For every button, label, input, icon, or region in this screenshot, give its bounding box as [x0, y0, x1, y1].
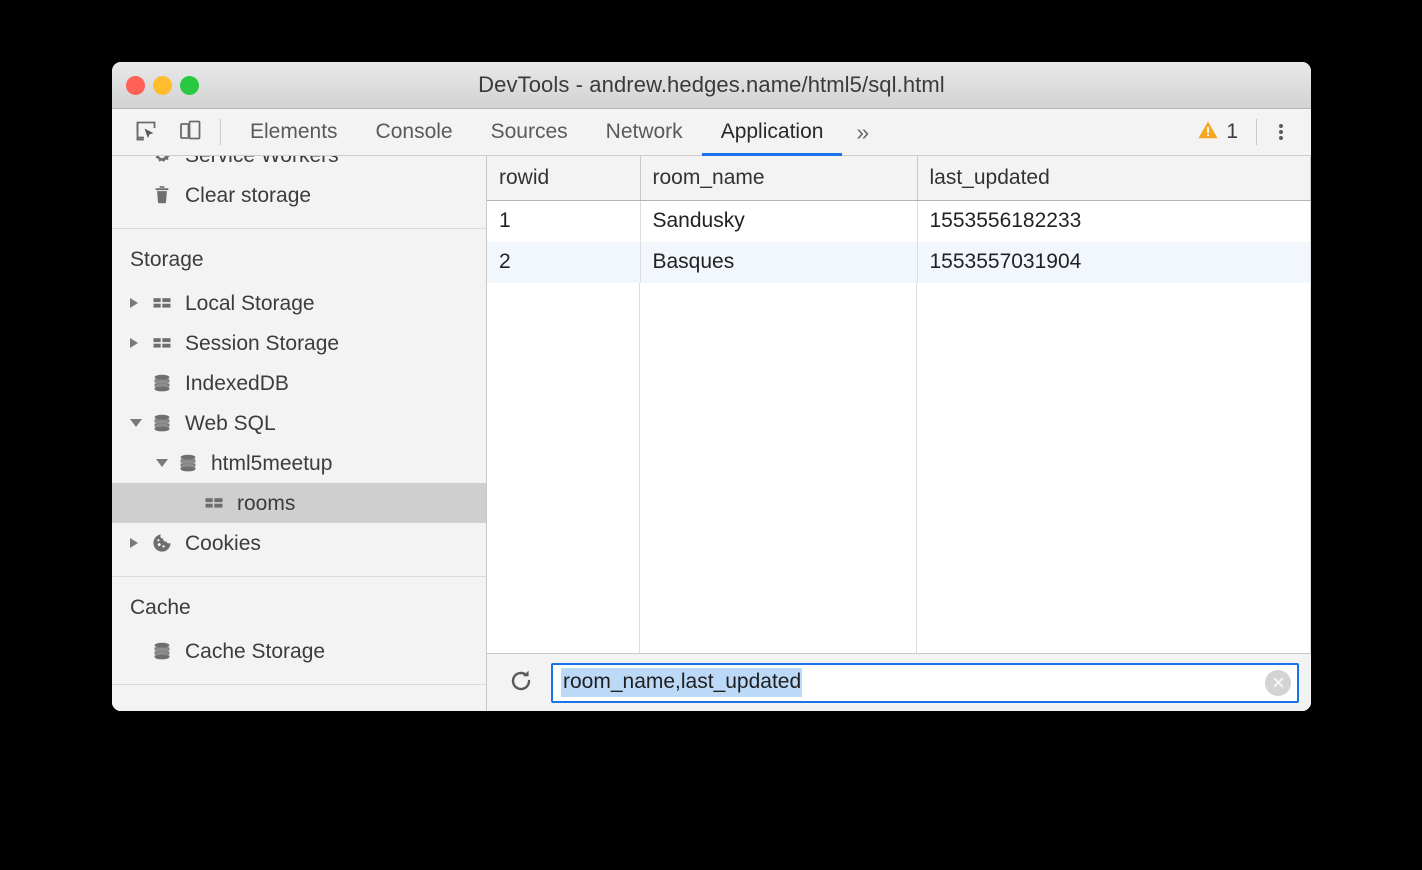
kebab-menu-button[interactable]	[1263, 122, 1299, 142]
table-icon	[148, 332, 176, 354]
sidebar-item-web-sql[interactable]: Web SQL	[112, 403, 486, 443]
inspect-element-icon	[135, 120, 157, 145]
table-header-row: rowid room_name last_updated	[487, 156, 1311, 201]
window-controls	[126, 62, 199, 109]
sidebar-item-label: Cookies	[185, 533, 261, 554]
cell-rowid[interactable]: 2	[487, 242, 640, 283]
trash-icon	[148, 184, 176, 206]
sidebar-item-service-workers[interactable]: Service Workers	[112, 156, 486, 175]
sidebar-section-title-storage: Storage	[112, 229, 486, 283]
sidebar-section-application: Service Workers Clear storage	[112, 156, 486, 229]
empty-col-room-name	[640, 283, 917, 654]
tab-console[interactable]: Console	[357, 109, 472, 155]
filter-input[interactable]: room_name,last_updated	[551, 663, 1299, 703]
application-panel-body: Service Workers Clear storage	[112, 156, 1311, 711]
sidebar-item-cache-storage[interactable]: Cache Storage	[112, 631, 486, 671]
database-icon	[148, 640, 176, 662]
device-toolbar-icon	[178, 119, 202, 146]
gear-icon	[148, 156, 176, 166]
toolbar-divider-right	[1256, 119, 1257, 145]
sidebar-item-label: Web SQL	[185, 413, 276, 434]
grid-empty-space	[487, 283, 1311, 654]
sidebar-item-label: IndexedDB	[185, 373, 289, 394]
chevron-right-icon[interactable]	[130, 538, 148, 548]
sidebar-item-label: Session Storage	[185, 333, 339, 354]
chevron-down-icon[interactable]	[156, 459, 174, 467]
column-header-room-name[interactable]: room_name	[640, 156, 917, 201]
screen-background: DevTools - andrew.hedges.name/html5/sql.…	[0, 0, 1422, 870]
sidebar-item-label: Cache Storage	[185, 641, 325, 662]
cell-room-name[interactable]: Basques	[640, 242, 917, 283]
device-toolbar-button[interactable]	[168, 109, 212, 155]
sidebar-section-cache: Cache	[112, 577, 486, 685]
sidebar-item-label: Service Workers	[185, 156, 339, 166]
sidebar-section-title-cache: Cache	[112, 577, 486, 631]
more-tabs-button[interactable]: »	[842, 109, 883, 155]
column-header-rowid[interactable]: rowid	[487, 156, 640, 201]
cell-room-name[interactable]: Sandusky	[640, 201, 917, 242]
sidebar-item-clear-storage[interactable]: Clear storage	[112, 175, 486, 215]
data-grid[interactable]: rowid room_name last_updated 1 Sandusky …	[487, 156, 1311, 653]
sidebar-item-indexeddb[interactable]: IndexedDB	[112, 363, 486, 403]
devtools-toolbar: Elements Console Sources Network Applica…	[112, 109, 1311, 156]
tab-application[interactable]: Application	[702, 109, 843, 155]
warning-count: 1	[1226, 120, 1238, 144]
database-icon	[174, 452, 202, 474]
table-icon	[200, 492, 228, 514]
clear-input-icon[interactable]	[1265, 670, 1291, 696]
tab-sources[interactable]: Sources	[472, 109, 587, 155]
sidebar-item-label: Clear storage	[185, 185, 311, 206]
sidebar-section-storage: Storage Local Storage	[112, 229, 486, 577]
cell-last-updated[interactable]: 1553556182233	[917, 201, 1311, 242]
refresh-icon	[508, 668, 534, 697]
sidebar-item-label: rooms	[237, 493, 295, 514]
cell-last-updated[interactable]: 1553557031904	[917, 242, 1311, 283]
toolbar-right-group: 1	[1189, 109, 1311, 155]
window-title: DevTools - andrew.hedges.name/html5/sql.…	[112, 72, 1311, 98]
tab-network[interactable]: Network	[587, 109, 702, 155]
chevron-down-icon[interactable]	[130, 419, 148, 427]
cookie-icon	[148, 532, 176, 554]
sidebar-item-label: html5meetup	[211, 453, 332, 474]
grid-footer-toolbar: room_name,last_updated	[487, 653, 1311, 711]
sidebar-item-label: Local Storage	[185, 293, 315, 314]
panel-tabs: Elements Console Sources Network Applica…	[231, 109, 883, 155]
minimize-button[interactable]	[153, 76, 172, 95]
sidebar-item-cookies[interactable]: Cookies	[112, 523, 486, 563]
sidebar-item-rooms[interactable]: rooms	[112, 483, 486, 523]
column-header-last-updated[interactable]: last_updated	[917, 156, 1311, 201]
warning-indicator[interactable]: 1	[1189, 119, 1246, 146]
chevron-right-icon[interactable]	[130, 298, 148, 308]
inspect-element-button[interactable]	[124, 109, 168, 155]
sidebar-item-html5meetup[interactable]: html5meetup	[112, 443, 486, 483]
devtools-window: DevTools - andrew.hedges.name/html5/sql.…	[112, 62, 1311, 711]
empty-col-rowid	[487, 283, 640, 654]
window-titlebar: DevTools - andrew.hedges.name/html5/sql.…	[112, 62, 1311, 109]
toolbar-divider	[220, 119, 221, 145]
refresh-button[interactable]	[505, 667, 537, 699]
table-row[interactable]: 1 Sandusky 1553556182233	[487, 201, 1311, 242]
table-row[interactable]: 2 Basques 1553557031904	[487, 242, 1311, 283]
maximize-button[interactable]	[180, 76, 199, 95]
database-icon	[148, 412, 176, 434]
empty-col-last-updated	[917, 283, 1311, 654]
warning-triangle-icon	[1197, 119, 1219, 146]
database-icon	[148, 372, 176, 394]
application-sidebar[interactable]: Service Workers Clear storage	[112, 156, 487, 711]
sidebar-item-session-storage[interactable]: Session Storage	[112, 323, 486, 363]
chevron-right-icon[interactable]	[130, 338, 148, 348]
sidebar-item-local-storage[interactable]: Local Storage	[112, 283, 486, 323]
tab-elements[interactable]: Elements	[231, 109, 357, 155]
close-button[interactable]	[126, 76, 145, 95]
data-grid-table: rowid room_name last_updated 1 Sandusky …	[487, 156, 1311, 283]
kebab-menu-icon	[1279, 122, 1283, 142]
cell-rowid[interactable]: 1	[487, 201, 640, 242]
table-icon	[148, 292, 176, 314]
web-sql-table-area: rowid room_name last_updated 1 Sandusky …	[487, 156, 1311, 711]
filter-input-value[interactable]: room_name,last_updated	[561, 668, 802, 697]
